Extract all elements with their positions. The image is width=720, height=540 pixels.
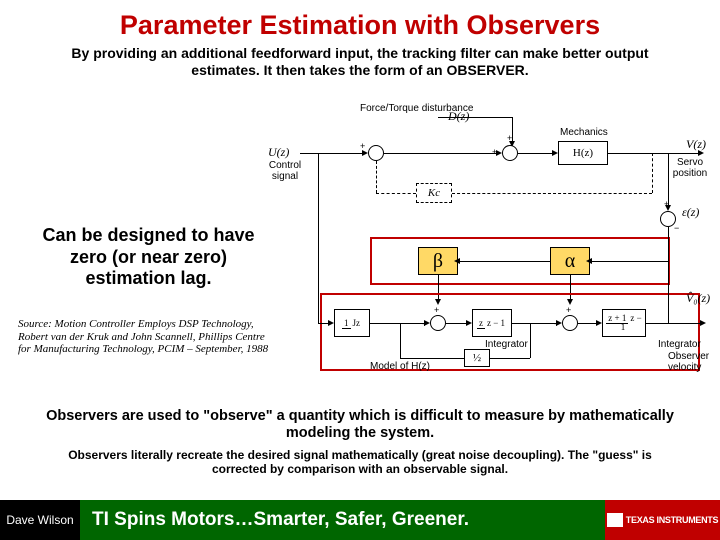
author-badge: Dave Wilson: [0, 500, 80, 540]
control-signal-label: Control signal: [266, 160, 304, 182]
sum-node-3: [430, 315, 446, 331]
observation-statement-2: Observers literally recreate the desired…: [0, 448, 720, 477]
observer-velocity-label: Observer velocity: [668, 351, 712, 373]
kc-block: Kc: [416, 183, 452, 203]
observation-statement-1: Observers are used to "observe" a quanti…: [0, 408, 720, 443]
beta-block: β: [418, 247, 458, 275]
integrator-1-block: zz − 1: [472, 309, 512, 337]
ti-logo: TEXAS INSTRUMENTS: [605, 500, 720, 540]
model-jz-block: 1Jz: [334, 309, 370, 337]
integrator-2-label: Integrator: [658, 339, 701, 350]
sum-node-2: [502, 145, 518, 161]
source-citation: Source: Motion Controller Employs DSP Te…: [18, 318, 278, 356]
half-block: ½: [464, 349, 490, 367]
eps-symbol: ε(z): [682, 205, 699, 220]
hz-block: H(z): [558, 141, 608, 165]
mechanics-label: Mechanics: [560, 127, 608, 138]
side-note: Can be designed to have zero (or near ze…: [36, 225, 261, 290]
chip-icon: [607, 513, 623, 527]
sum-node-4: [562, 315, 578, 331]
footer: Dave Wilson TI Spins Motors…Smarter, Saf…: [0, 500, 720, 540]
v-symbol: V(z): [686, 137, 706, 152]
alpha-block: α: [550, 247, 590, 275]
model-hz-label: Model of H(z): [370, 361, 430, 372]
vhat-symbol: V̂₀(z): [686, 291, 710, 306]
slide-title: Parameter Estimation with Observers: [0, 0, 720, 41]
integrator-2-block: z + 1z − 1: [602, 309, 646, 337]
u-symbol: U(z): [268, 145, 289, 160]
block-diagram: Force/Torque disturbance D(z) U(z) Contr…: [270, 105, 710, 385]
sum-node-1: [368, 145, 384, 161]
servo-pos-label: Servo position: [672, 157, 708, 179]
tagline: TI Spins Motors…Smarter, Safer, Greener.: [80, 500, 605, 540]
slide-subtitle: By providing an additional feedforward i…: [0, 41, 720, 81]
integrator-1-label: Integrator: [485, 339, 528, 350]
